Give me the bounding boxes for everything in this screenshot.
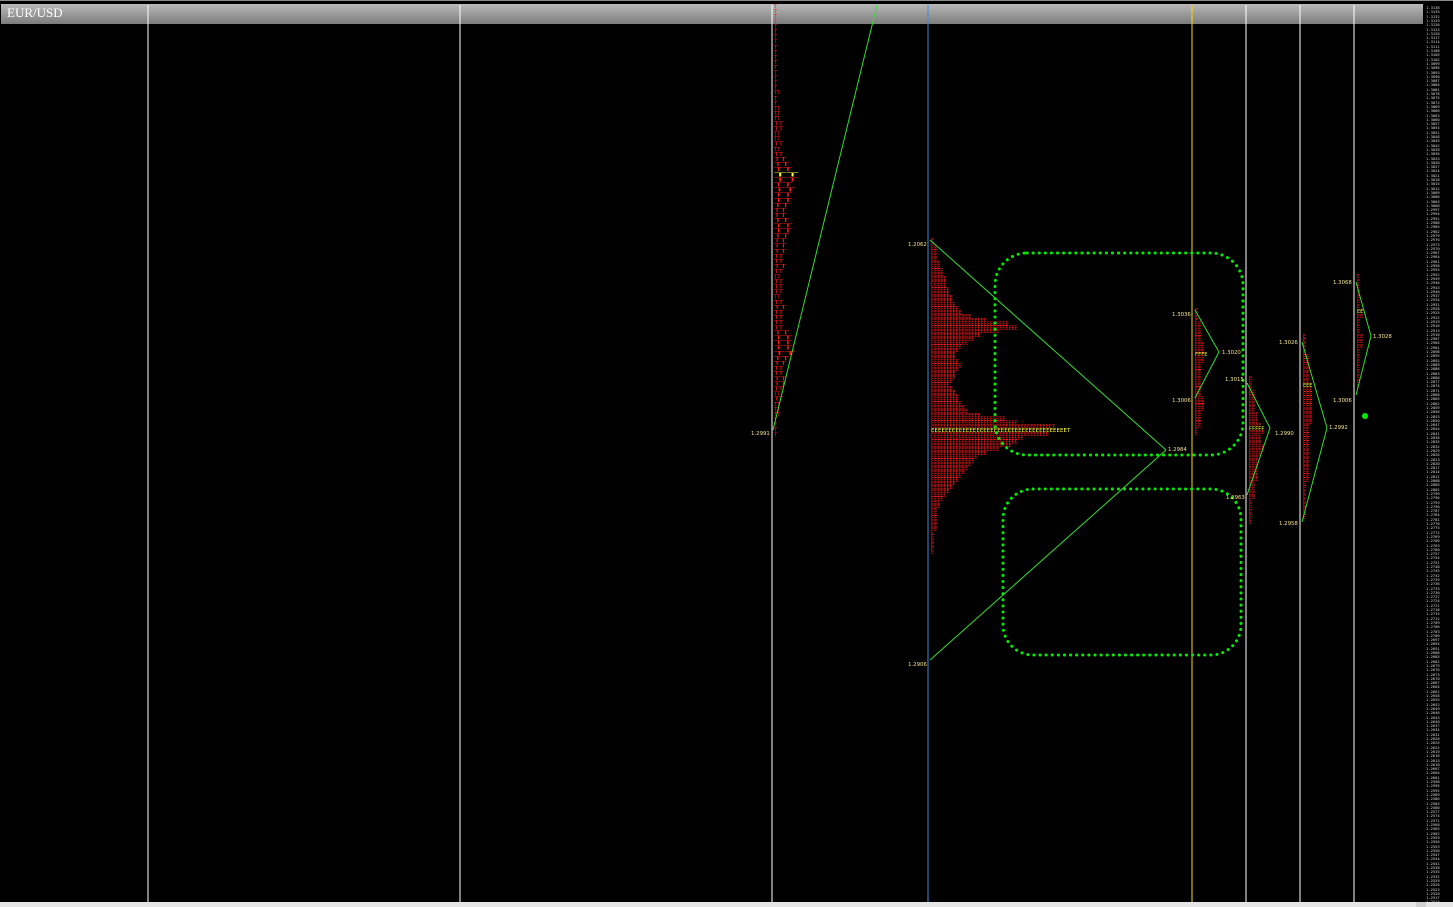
tpo-profile[interactable]: EEEEEEEEEEEEEEEEEEEEEEEEEEEE bbox=[1357, 274, 1363, 390]
level-label: 1.2963 bbox=[1226, 495, 1245, 501]
tpo-profiles: TTTTTTTTTTTTTTTTTTTTTTTTTTTTTTTTTTTTTTTT… bbox=[774, 4, 1363, 556]
level-label: 1.2906 bbox=[908, 662, 927, 668]
tpo-row: E bbox=[931, 550, 934, 556]
tpo-row: E bbox=[1195, 430, 1198, 436]
session-dividers bbox=[147, 5, 1355, 902]
level-label: 1.2958 bbox=[1279, 521, 1298, 527]
chart-symbol-label: EUR/USD bbox=[7, 5, 63, 20]
highlight-zones bbox=[993, 251, 1245, 657]
market-profile-overlay: TTTTTTTTTTTTTTTTTTTTTTTTTTTTTTTTTTTTTTTT… bbox=[147, 4, 1392, 902]
swing-line[interactable] bbox=[929, 449, 1167, 661]
level-label: 1.3026 bbox=[1279, 340, 1298, 346]
support-zone-box[interactable] bbox=[1001, 487, 1243, 657]
tpo-profile[interactable]: EEEEEEEEEEEEEEEEEEEEEEEEEEEEEEEEEEEEEEEE… bbox=[1195, 308, 1207, 436]
level-label: 1.2992 bbox=[1329, 425, 1348, 431]
level-label: 1.3068 bbox=[1333, 280, 1352, 286]
level-label: 1.3028 bbox=[1373, 334, 1392, 340]
tpo-profile[interactable]: EEEEEEEEEEEEEEEEEEEEEEEEEEEEEEEEEEEEEEEE… bbox=[931, 238, 1071, 556]
level-label: 1.3006 bbox=[1172, 398, 1191, 404]
swing-lines bbox=[772, 4, 1372, 661]
current-price-dot[interactable] bbox=[1362, 413, 1368, 419]
level-label: 1.3036 bbox=[1172, 312, 1191, 318]
tpo-row: E bbox=[1249, 520, 1252, 526]
level-label: 1.2991 bbox=[751, 431, 770, 437]
level-label: 1.3015 bbox=[1225, 377, 1244, 383]
level-label: 1.3020 bbox=[1222, 350, 1241, 356]
level-label: 1.3006 bbox=[1333, 398, 1352, 404]
level-label: 1.2062 bbox=[908, 242, 927, 248]
tpo-row: T bbox=[774, 432, 777, 438]
level-label: 1.2984 bbox=[1168, 447, 1187, 453]
level-label: 1.2990 bbox=[1275, 431, 1294, 437]
